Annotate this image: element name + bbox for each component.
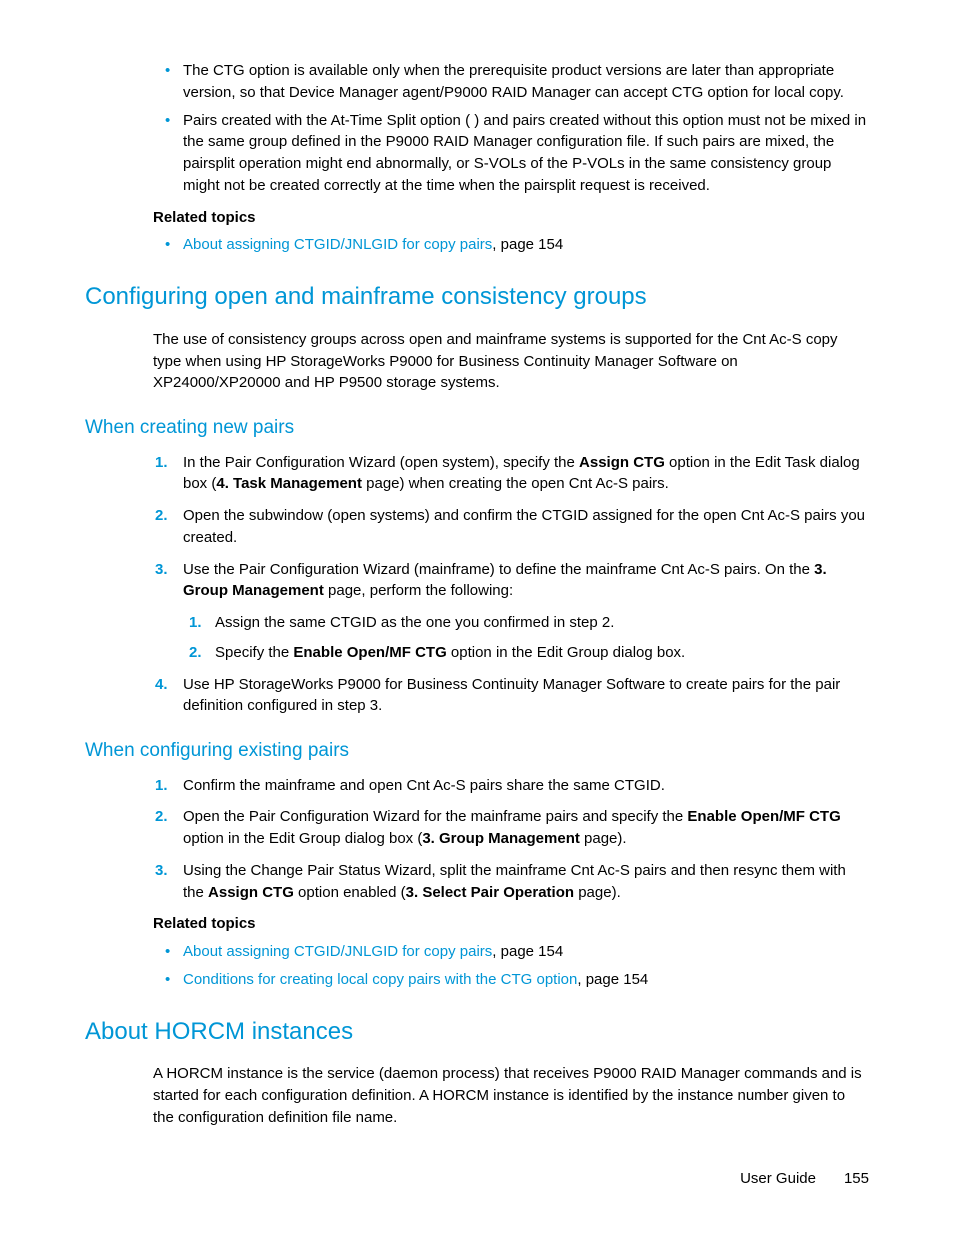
document-page: The CTG option is available only when th… xyxy=(0,0,954,1235)
text: Open the Pair Configuration Wizard for t… xyxy=(183,808,687,825)
text: page). xyxy=(574,884,621,901)
body-paragraph: A HORCM instance is the service (daemon … xyxy=(153,1063,869,1128)
subsection-heading-existing: When configuring existing pairs xyxy=(85,737,869,765)
steps-creating: In the Pair Configuration Wizard (open s… xyxy=(85,452,869,718)
text: In the Pair Configuration Wizard (open s… xyxy=(183,454,579,471)
step-item: Open the subwindow (open systems) and co… xyxy=(183,505,869,549)
list-item: The CTG option is available only when th… xyxy=(183,60,869,104)
bold-text: Assign CTG xyxy=(579,454,665,471)
step-item: Use HP StorageWorks P9000 for Business C… xyxy=(183,674,869,718)
bold-text: Assign CTG xyxy=(208,884,294,901)
list-item: Pairs created with the At-Time Split opt… xyxy=(183,110,869,197)
text: Specify the xyxy=(215,644,293,661)
substep-item: Assign the same CTGID as the one you con… xyxy=(215,612,869,634)
page-reference: , page 154 xyxy=(492,943,563,960)
steps-existing: Confirm the mainframe and open Cnt Ac-S … xyxy=(85,775,869,904)
related-link[interactable]: About assigning CTGID/JNLGID for copy pa… xyxy=(183,236,492,253)
substep-item: Specify the Enable Open/MF CTG option in… xyxy=(215,642,869,664)
list-item: Conditions for creating local copy pairs… xyxy=(183,969,869,991)
related-topics-heading: Related topics xyxy=(153,207,869,229)
page-footer: User Guide 155 xyxy=(740,1168,869,1190)
text: option in the Edit Group dialog box. xyxy=(447,644,686,661)
step-item: Confirm the mainframe and open Cnt Ac-S … xyxy=(183,775,869,797)
text: option enabled ( xyxy=(294,884,406,901)
text: Use the Pair Configuration Wizard (mainf… xyxy=(183,561,814,578)
substeps: Assign the same CTGID as the one you con… xyxy=(183,612,869,664)
text: option in the Edit Group dialog box ( xyxy=(183,830,422,847)
text: page). xyxy=(580,830,627,847)
section-heading-horcm: About HORCM instances xyxy=(85,1015,869,1050)
text: page, perform the following: xyxy=(324,582,513,599)
section-heading-configuring: Configuring open and mainframe consisten… xyxy=(85,280,869,315)
related-list: About assigning CTGID/JNLGID for copy pa… xyxy=(85,941,869,991)
related-link[interactable]: About assigning CTGID/JNLGID for copy pa… xyxy=(183,943,492,960)
bold-text: 4. Task Management xyxy=(216,475,362,492)
related-list: About assigning CTGID/JNLGID for copy pa… xyxy=(85,234,869,256)
list-item: About assigning CTGID/JNLGID for copy pa… xyxy=(183,234,869,256)
body-paragraph: The use of consistency groups across ope… xyxy=(153,329,869,394)
top-bullet-list: The CTG option is available only when th… xyxy=(85,60,869,197)
step-item: In the Pair Configuration Wizard (open s… xyxy=(183,452,869,496)
bold-text: Enable Open/MF CTG xyxy=(293,644,446,661)
subsection-heading-creating: When creating new pairs xyxy=(85,414,869,442)
text: page) when creating the open Cnt Ac-S pa… xyxy=(362,475,669,492)
page-number: 155 xyxy=(844,1170,869,1187)
step-item: Use the Pair Configuration Wizard (mainf… xyxy=(183,559,869,664)
related-link[interactable]: Conditions for creating local copy pairs… xyxy=(183,971,577,988)
step-item: Open the Pair Configuration Wizard for t… xyxy=(183,806,869,850)
page-reference: , page 154 xyxy=(492,236,563,253)
page-reference: , page 154 xyxy=(577,971,648,988)
related-topics-heading: Related topics xyxy=(153,913,869,935)
bold-text: 3. Select Pair Operation xyxy=(406,884,574,901)
bold-text: Enable Open/MF CTG xyxy=(687,808,840,825)
list-item: About assigning CTGID/JNLGID for copy pa… xyxy=(183,941,869,963)
bold-text: 3. Group Management xyxy=(422,830,580,847)
footer-label: User Guide xyxy=(740,1170,816,1187)
step-item: Using the Change Pair Status Wizard, spl… xyxy=(183,860,869,904)
